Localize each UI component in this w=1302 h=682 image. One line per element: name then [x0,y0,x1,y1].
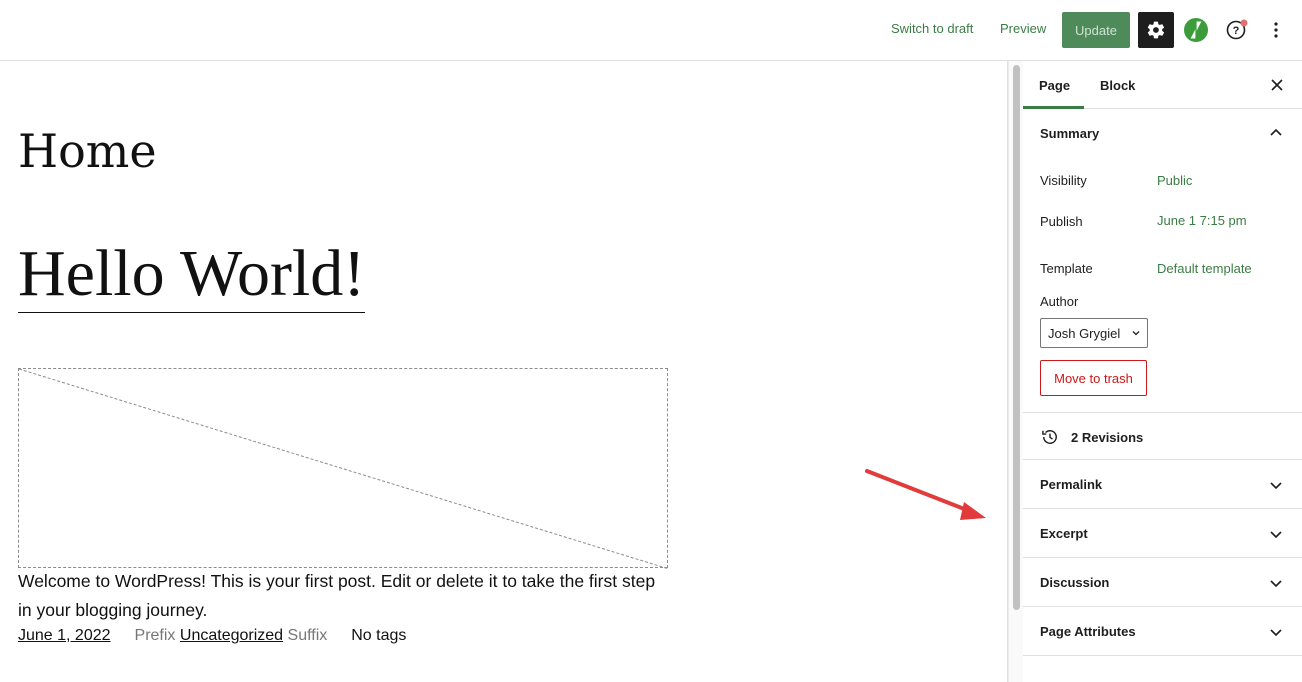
tab-page[interactable]: Page [1039,78,1070,93]
excerpt-panel-title[interactable]: Excerpt [1040,526,1088,541]
jetpack-button[interactable] [1184,18,1208,42]
divider [1023,655,1302,656]
page-attributes-panel-title[interactable]: Page Attributes [1040,624,1136,639]
editor-canvas[interactable]: Home Hello World! Welcome to WordPress! … [0,61,1008,682]
post-title-link[interactable]: Hello World! [18,236,366,313]
close-icon [1271,79,1283,91]
chevron-down-icon[interactable] [1266,524,1286,544]
chevron-down-icon[interactable] [1266,573,1286,593]
divider [1023,412,1302,413]
revisions-label: 2 Revisions [1071,429,1144,445]
page-title[interactable]: Home [18,123,157,179]
canvas-scrollbar[interactable] [1008,61,1023,682]
category-suffix: Suffix [287,627,328,644]
author-select[interactable]: Josh Grygiel [1040,318,1148,348]
svg-text:?: ? [1233,25,1240,37]
help-button[interactable]: ? [1224,18,1250,42]
permalink-panel-title[interactable]: Permalink [1040,477,1102,492]
sidebar-tabs: Page Block [1023,61,1302,109]
more-vertical-icon [1274,22,1278,38]
divider [1023,557,1302,558]
divider [1023,606,1302,607]
red-arrow [865,469,986,520]
close-sidebar-button[interactable] [1267,75,1287,95]
revisions-button[interactable]: 2 Revisions [1040,425,1143,449]
active-tab-indicator [1023,106,1084,109]
template-value[interactable]: Default template [1157,261,1252,276]
help-icon: ? [1226,19,1248,40]
gear-icon [1147,21,1165,39]
jetpack-icon [1184,18,1208,42]
publish-label: Publish [1040,214,1083,229]
post-meta: June 1, 2022 Prefix Uncategorized Suffix N… [18,627,406,645]
update-button[interactable]: Update [1062,12,1130,48]
chevron-up-icon[interactable] [1266,123,1286,143]
visibility-label: Visibility [1040,173,1087,188]
summary-panel-title[interactable]: Summary [1040,126,1099,141]
category-prefix: Prefix [134,627,176,644]
preview-button[interactable]: Preview [1000,21,1046,36]
post-tags: No tags [351,627,407,644]
author-label: Author [1040,294,1079,309]
divider [1023,459,1302,460]
chevron-down-icon[interactable] [1266,475,1286,495]
options-button[interactable] [1264,18,1288,42]
chevron-down-icon [1132,331,1140,336]
template-label: Template [1040,261,1093,276]
publish-value[interactable]: June 1 7:15 pm [1157,213,1247,228]
post-date[interactable]: June 1, 2022 [18,627,111,644]
category-link[interactable]: Uncategorized [180,627,283,644]
revisions-icon [1042,430,1057,444]
author-selected-value: Josh Grygiel [1048,325,1121,341]
editor-header: Switch to draft Preview Update ? [0,0,1302,61]
discussion-panel-title[interactable]: Discussion [1040,575,1109,590]
placeholder-diagonal [19,369,669,569]
scrollbar-thumb[interactable] [1013,65,1020,610]
featured-image-placeholder[interactable] [18,368,669,569]
post-excerpt: Welcome to WordPress! This is your first… [18,571,656,620]
divider [1023,508,1302,509]
move-to-trash-button[interactable]: Move to trash [1040,360,1147,396]
chevron-down-icon[interactable] [1266,622,1286,642]
switch-to-draft-button[interactable]: Switch to draft [891,21,973,36]
tab-block[interactable]: Block [1100,78,1135,93]
settings-button[interactable] [1138,12,1174,48]
settings-sidebar: Page Block Summary Visibility Public Pub… [1023,61,1302,682]
visibility-value[interactable]: Public [1157,173,1192,188]
